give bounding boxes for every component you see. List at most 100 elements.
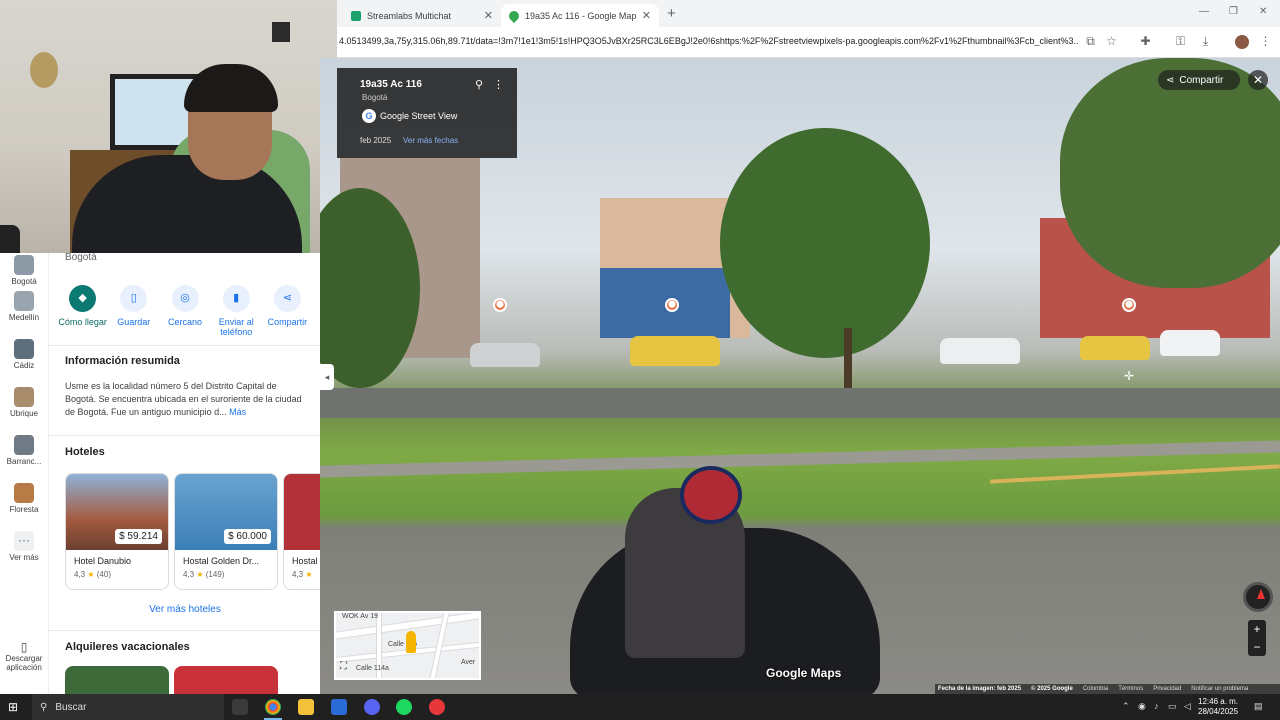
windows-start-icon[interactable]: ⊞ bbox=[8, 700, 18, 714]
rental-card[interactable] bbox=[65, 666, 169, 694]
restore-icon[interactable]: ❐ bbox=[1229, 6, 1238, 17]
action-buttons: ◆ Cómo llegar ▯ Guardar ◎ Cercano ▮ Enviar a… bbox=[57, 285, 313, 337]
tab-streamlabs[interactable]: Streamlabs Multichat ✕ bbox=[343, 4, 501, 27]
notification-icon[interactable]: ▤ bbox=[1254, 701, 1263, 712]
rail-item-ubrique[interactable]: Ubrique bbox=[4, 387, 44, 418]
more-options-icon[interactable]: ⋮ bbox=[493, 78, 504, 91]
hotel-card[interactable]: $ 60.000 Hostal Golden Dr... 4,3 ★ (149) bbox=[174, 473, 278, 590]
chrome-icon[interactable] bbox=[265, 699, 281, 715]
install-icon[interactable]: ⧉ bbox=[1084, 35, 1097, 48]
place-marker-icon[interactable]: ⬤ bbox=[493, 298, 507, 312]
hotel-name: Hotel Danubio bbox=[74, 556, 132, 566]
rail-item-bogota[interactable]: Bogotá bbox=[4, 255, 44, 286]
more-hotels-link[interactable]: Ver más hoteles bbox=[49, 604, 320, 615]
tab-google-maps[interactable]: 19a35 Ac 116 - Google Maps ✕ bbox=[501, 4, 659, 27]
rail-item-cadiz[interactable]: Cádiz bbox=[4, 339, 44, 370]
save-button[interactable]: ▯ Guardar bbox=[108, 285, 159, 337]
clock[interactable]: 12:46 a. m. 28/04/2025 bbox=[1198, 697, 1238, 717]
close-street-view-button[interactable]: ✕ bbox=[1248, 70, 1268, 90]
share-button[interactable]: ⋖ Compartir bbox=[1158, 70, 1240, 90]
zoom-in-icon[interactable]: + bbox=[1248, 620, 1266, 638]
search-icon: ⚲ bbox=[40, 701, 48, 713]
profile-avatar[interactable] bbox=[1235, 35, 1249, 49]
tray-app-icon[interactable]: ◉ bbox=[1138, 701, 1146, 712]
directions-icon: ◆ bbox=[69, 285, 97, 312]
hotels-heading: Hoteles bbox=[65, 446, 105, 458]
task-view-icon[interactable] bbox=[232, 699, 248, 715]
maps-pin-icon bbox=[506, 8, 522, 23]
location-pin-icon[interactable]: ⚲ bbox=[475, 78, 483, 91]
hotel-price: $ 60.000 bbox=[224, 529, 271, 544]
collapse-panel-button[interactable]: ◂ bbox=[320, 364, 334, 390]
store-icon[interactable] bbox=[331, 699, 347, 715]
url-text[interactable]: 4.0513499,3a,75y,315.06h,89.71t/data=!3m… bbox=[339, 36, 1079, 46]
taskbar-search[interactable]: ⚲ Buscar bbox=[32, 694, 224, 720]
summary-text: Usme es la localidad número 5 del Distri… bbox=[65, 381, 302, 417]
share-place-button[interactable]: ⋖ Compartir bbox=[262, 285, 313, 337]
rail-item-medellin[interactable]: Medellín bbox=[4, 291, 44, 322]
hotel-card[interactable]: Hostal 4,3 ★ bbox=[283, 473, 320, 590]
street-view-source: Google Street View bbox=[380, 111, 458, 121]
password-key-icon[interactable]: ⚿ bbox=[1174, 35, 1187, 48]
summary-heading: Información resumida bbox=[65, 355, 180, 367]
star-icon: ★ bbox=[305, 570, 313, 579]
microphone-icon[interactable]: ♪ bbox=[1154, 701, 1159, 711]
hotel-rating: 4,3 ★ bbox=[292, 570, 313, 579]
download-app-button[interactable]: ▯ Descargar aplicación bbox=[0, 640, 48, 672]
new-tab-button[interactable]: + bbox=[667, 5, 676, 22]
tab-close-icon[interactable]: ✕ bbox=[642, 9, 651, 22]
tray-chevron-icon[interactable]: ⌃ bbox=[1122, 701, 1130, 712]
menu-kebab-icon[interactable]: ⋮ bbox=[1259, 35, 1272, 48]
share-icon: ⋖ bbox=[273, 285, 301, 312]
more-link[interactable]: Más bbox=[229, 407, 246, 417]
rail-item-barranc[interactable]: Barranc... bbox=[4, 435, 44, 466]
discord-icon[interactable] bbox=[364, 699, 380, 715]
address-bar[interactable]: 4.0513499,3a,75y,315.06h,89.71t/data=!3m… bbox=[337, 27, 1280, 58]
spotify-icon[interactable] bbox=[396, 699, 412, 715]
nearby-icon: ◎ bbox=[171, 285, 199, 312]
hotel-card[interactable]: $ 59.214 Hotel Danubio 4,3 ★ (40) bbox=[65, 473, 169, 590]
star-icon: ★ bbox=[196, 570, 204, 579]
google-maps-logo: Google Maps bbox=[766, 666, 842, 680]
send-to-phone-button[interactable]: ▮ Enviar al teléfono bbox=[211, 285, 262, 337]
phone-send-icon: ▮ bbox=[222, 285, 250, 312]
bookmark-icon: ▯ bbox=[120, 285, 148, 312]
move-cursor-icon: ✛ bbox=[1124, 369, 1135, 383]
expand-map-icon[interactable]: ⛶ bbox=[340, 661, 347, 672]
zoom-control[interactable]: + − bbox=[1248, 620, 1266, 656]
webcam-overlay bbox=[0, 0, 337, 253]
taskbar: ⊞ ⚲ Buscar ⌃ ◉ ♪ ▭ ◁ 12:46 a. m. 28/04/2… bbox=[0, 694, 1280, 720]
star-icon: ★ bbox=[87, 570, 95, 579]
tab-close-icon[interactable]: ✕ bbox=[484, 9, 493, 22]
recent-places-rail: Bogotá Medellín Cádiz Ubrique Barranc...… bbox=[0, 253, 48, 694]
image-date: feb 2025 bbox=[360, 136, 392, 145]
rail-item-ver-mas[interactable]: ··· Ver más bbox=[4, 531, 44, 562]
network-icon[interactable]: ▭ bbox=[1168, 701, 1177, 712]
file-explorer-icon[interactable] bbox=[298, 699, 314, 715]
google-g-icon: G bbox=[362, 109, 376, 123]
mini-map[interactable]: WOK Av 19 Calle 116 Calle 114a Aver ⛶ bbox=[333, 610, 482, 681]
more-dates-link[interactable]: Ver más fechas bbox=[403, 136, 458, 145]
directions-button[interactable]: ◆ Cómo llegar bbox=[57, 285, 108, 337]
compass-icon[interactable] bbox=[1243, 582, 1273, 612]
hotel-price: $ 59.214 bbox=[115, 529, 162, 544]
rail-item-floresta[interactable]: Floresta bbox=[4, 483, 44, 514]
download-icon[interactable]: ⤓ bbox=[1199, 35, 1212, 48]
nearby-button[interactable]: ◎ Cercano bbox=[159, 285, 210, 337]
minimize-icon[interactable]: — bbox=[1199, 6, 1209, 17]
phone-icon: ▯ bbox=[20, 640, 28, 654]
place-marker-icon[interactable]: ⬤ bbox=[665, 298, 679, 312]
pegman-icon[interactable] bbox=[406, 631, 416, 653]
rental-card[interactable] bbox=[174, 666, 278, 694]
extensions-icon[interactable]: ✚ bbox=[1139, 35, 1152, 48]
street-view-subtitle: Bogotá bbox=[362, 93, 388, 102]
close-window-icon[interactable]: ✕ bbox=[1259, 6, 1267, 17]
obs-icon[interactable] bbox=[429, 699, 445, 715]
hotel-name: Hostal Golden Dr... bbox=[183, 556, 260, 566]
bookmark-star-icon[interactable]: ☆ bbox=[1105, 35, 1118, 48]
hotel-rating: 4,3 ★ (149) bbox=[183, 570, 225, 579]
tab-strip: Streamlabs Multichat ✕ 19a35 Ac 116 - Go… bbox=[337, 0, 1280, 27]
zoom-out-icon[interactable]: − bbox=[1248, 638, 1266, 656]
volume-icon[interactable]: ◁ bbox=[1184, 701, 1191, 712]
place-marker-icon[interactable]: ⬤ bbox=[1122, 298, 1136, 312]
